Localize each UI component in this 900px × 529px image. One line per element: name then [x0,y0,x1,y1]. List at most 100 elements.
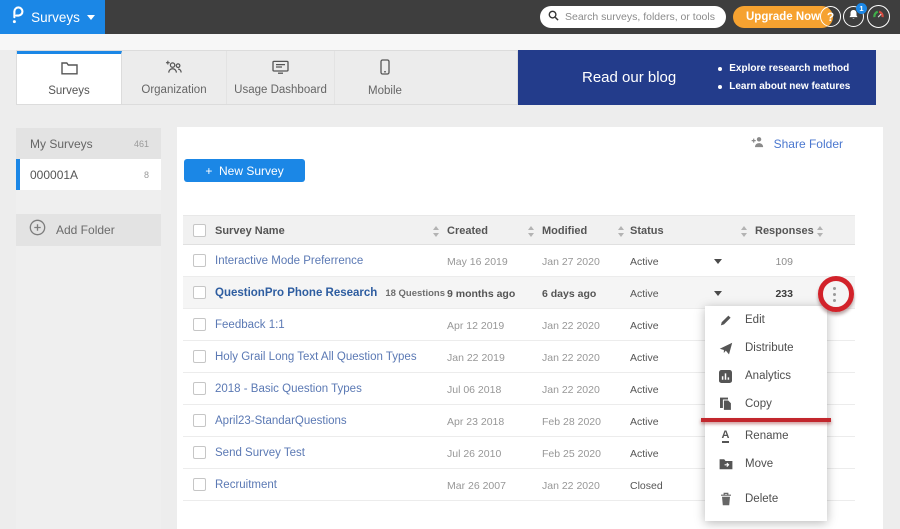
top-bar: Surveys Upgrade Now ? 1 [0,0,900,34]
question-mark-icon: ? [827,10,834,24]
search-input[interactable] [565,11,718,23]
tab-mobile[interactable]: Mobile [335,51,435,104]
sort-icon[interactable] [817,226,824,237]
sort-icon[interactable] [741,226,748,237]
survey-name-link[interactable]: Interactive Mode Preferrence [215,255,363,267]
circle-plus-icon [29,219,46,241]
survey-name-link[interactable]: Feedback 1:1 [215,319,285,331]
header-responses[interactable]: Responses [755,225,814,237]
analytics-icon [718,370,733,383]
survey-name-link[interactable]: 2018 - Basic Question Types [215,383,362,395]
row-checkbox[interactable] [193,414,206,427]
add-folder-button[interactable]: Add Folder [16,214,161,246]
header-modified[interactable]: Modified [542,225,587,237]
menu-item-move[interactable]: Move [705,450,827,478]
survey-name-link[interactable]: Recruitment [215,479,277,491]
folder-count: 8 [144,170,149,180]
kebab-menu-icon[interactable] [833,287,836,305]
add-people-icon [165,60,183,79]
tab-label: Surveys [48,85,90,97]
menu-item-edit[interactable]: Edit [705,306,827,334]
account-gauge-button[interactable] [867,5,890,28]
created-cell: Jul 26 2010 [447,448,501,460]
menu-item-label: Analytics [745,370,791,382]
status-dropdown-caret[interactable] [714,259,722,264]
row-checkbox[interactable] [193,446,206,459]
tab-organization[interactable]: Organization [122,51,227,104]
status-dropdown-caret[interactable] [714,291,722,296]
new-survey-button[interactable]: + New Survey [184,159,305,182]
plus-icon: + [205,164,212,178]
header-created[interactable]: Created [447,225,488,237]
menu-item-label: Delete [745,493,778,505]
menu-item-distribute[interactable]: Distribute [705,334,827,362]
pencil-icon [718,314,733,327]
share-folder-link[interactable]: Share Folder [751,136,843,151]
questionpro-logo-icon [10,5,24,30]
copy-icon [718,397,733,411]
tab-label: Mobile [368,85,402,97]
subheader-strip [0,34,900,50]
modified-cell: Jan 22 2020 [542,352,600,364]
menu-item-label: Distribute [745,342,794,354]
row-checkbox[interactable] [193,382,206,395]
row-checkbox[interactable] [193,254,206,267]
header-survey-name[interactable]: Survey Name [215,225,285,237]
modified-cell: Jan 22 2020 [542,480,600,492]
read-our-blog-banner[interactable]: Read our blog Explore research method Le… [518,50,876,105]
share-folder-label: Share Folder [774,137,843,151]
row-context-menu: Edit Distribute Analytics Copy A Renam [705,306,827,521]
menu-item-rename[interactable]: A Rename [705,422,827,450]
product-switcher[interactable]: Surveys [0,0,105,34]
header-status[interactable]: Status [630,225,664,237]
tab-label: Usage Dashboard [234,84,327,96]
help-button[interactable]: ? [820,6,841,27]
chevron-down-icon [87,15,95,20]
display-icon [272,60,289,79]
gauge-icon [871,7,886,27]
folders-sidebar: My Surveys 461 000001A 8 Add Folder [16,128,161,529]
survey-name-link[interactable]: Send Survey Test [215,447,305,459]
table-row[interactable]: Interactive Mode Preferrence May 16 2019… [183,245,855,277]
menu-item-label: Edit [745,314,765,326]
search-icon [548,8,559,26]
responses-cell: 109 [743,256,793,268]
sort-icon[interactable] [618,226,625,237]
survey-name-link[interactable]: Holy Grail Long Text All Question Types [215,351,417,363]
menu-item-delete[interactable]: Delete [705,485,827,513]
sidebar-item-my-surveys[interactable]: My Surveys 461 [16,128,161,159]
menu-item-analytics[interactable]: Analytics [705,362,827,390]
row-checkbox[interactable] [193,286,206,299]
trash-icon [718,492,733,506]
menu-item-label: Rename [745,430,788,442]
row-checkbox[interactable] [193,478,206,491]
select-all-checkbox[interactable] [193,224,206,237]
folder-count: 461 [134,139,149,149]
row-checkbox[interactable] [193,350,206,363]
survey-name-link[interactable]: April23-StandarQuestions [215,415,347,427]
sort-icon[interactable] [528,226,535,237]
folder-label: 000001A [30,168,78,182]
bullet-text: Learn about new features [729,81,850,92]
status-cell: Active [630,288,659,300]
table-row-questionpro-phone-research[interactable]: QuestionPro Phone Research18 Questions 9… [183,277,855,309]
global-search[interactable] [540,6,726,28]
menu-item-copy[interactable]: Copy [705,390,827,418]
tab-surveys[interactable]: Surveys [17,51,122,104]
upgrade-now-button[interactable]: Upgrade Now [733,6,833,28]
status-cell: Active [630,256,659,268]
created-cell: Apr 12 2019 [447,320,504,332]
banner-bullet: Learn about new features [718,81,850,92]
tab-usage-dashboard[interactable]: Usage Dashboard [227,51,335,104]
survey-name-link[interactable]: QuestionPro Phone Research 18 Questions [215,287,445,299]
new-survey-label: New Survey [219,164,284,178]
survey-name-text: QuestionPro Phone Research [215,287,377,299]
sidebar-item-000001A[interactable]: 000001A 8 [16,159,161,190]
folder-label: My Surveys [30,137,93,151]
notifications-button[interactable]: 1 [843,6,864,27]
sort-icon[interactable] [433,226,440,237]
module-tabs: Surveys Organization Usage Dashboard Mob… [16,50,518,105]
question-count-badge: 18 Questions [385,288,445,299]
row-checkbox[interactable] [193,318,206,331]
bullet-text: Explore research method [729,63,849,74]
